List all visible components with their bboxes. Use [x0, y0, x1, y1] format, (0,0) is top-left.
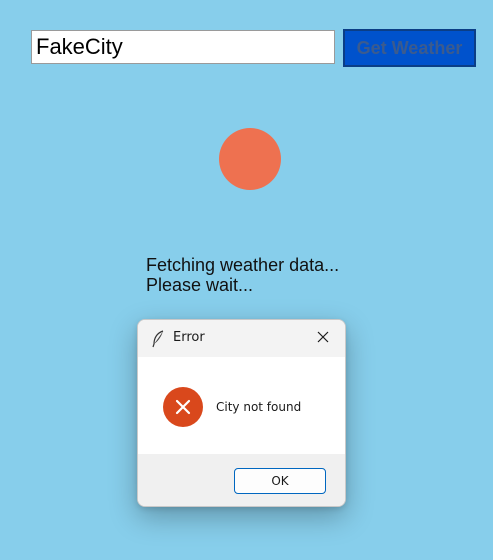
get-weather-button[interactable]: Get Weather — [343, 29, 476, 67]
close-icon — [317, 330, 329, 348]
weather-circle-icon — [219, 128, 281, 190]
dialog-footer: OK — [138, 454, 345, 506]
close-button[interactable] — [301, 320, 345, 357]
error-dialog: Error City not found OK — [137, 319, 346, 507]
error-message: City not found — [216, 400, 302, 414]
dialog-titlebar[interactable]: Error — [138, 320, 345, 357]
dialog-body: City not found — [138, 357, 345, 454]
feather-icon — [151, 330, 165, 348]
city-input[interactable] — [31, 30, 335, 64]
dialog-title: Error — [173, 330, 205, 345]
status-text: Fetching weather data... Please wait... — [146, 255, 340, 295]
ok-button[interactable]: OK — [234, 468, 326, 494]
error-icon — [163, 387, 203, 427]
